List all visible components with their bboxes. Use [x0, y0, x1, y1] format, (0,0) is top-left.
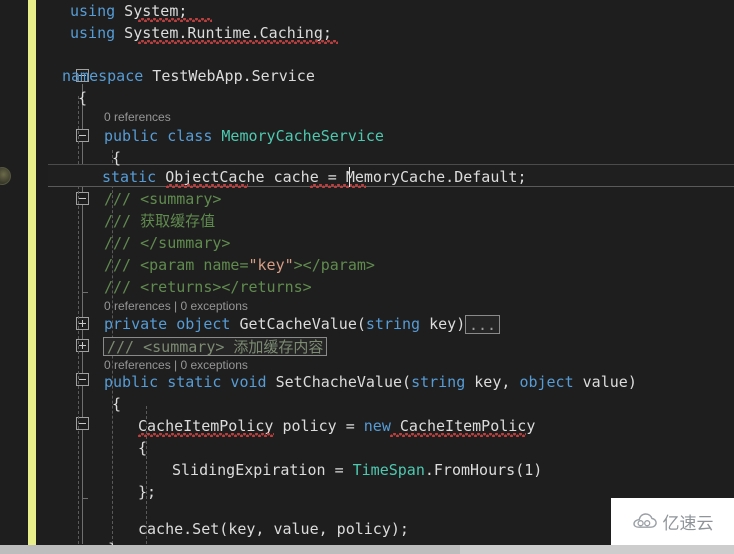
token-doc-comment-param-close: ></param> [293, 256, 375, 274]
token-doc-comment: /// 获取缓存值 [104, 212, 216, 230]
watermark: 亿速云 [611, 498, 734, 545]
token-paren-open: ( [219, 520, 229, 538]
token-keyword-void: void [221, 373, 267, 391]
token-identifier-policy: policy [273, 417, 346, 435]
token-method-fromhours: .FromHours [424, 461, 516, 479]
horizontal-scrollbar[interactable] [0, 545, 734, 554]
codelens-getcachevalue-text: 0 references | 0 exceptions [104, 299, 248, 313]
token-keyword-string: string [411, 373, 466, 391]
code-line-17[interactable]: { [112, 393, 121, 415]
token-open-brace: { [78, 89, 88, 107]
code-line-18[interactable]: CacheItemPolicy policy = new CacheItemPo… [138, 415, 535, 437]
token-semicolon: ; [322, 24, 332, 42]
token-args: key, value, policy [228, 520, 391, 538]
code-line-9[interactable]: /// <summary> [104, 188, 221, 210]
watermark-text: 亿速云 [662, 514, 714, 534]
code-line-13[interactable]: /// <returns></returns> [104, 276, 312, 298]
token-namespace-name: TestWebApp.Service [143, 67, 315, 85]
token-type-memorycacheservice: MemoryCacheService [212, 127, 384, 145]
token-equals: = [327, 168, 346, 186]
codelens-setchachevalue-text: 0 references | 0 exceptions [104, 358, 248, 372]
token-open-brace: { [112, 149, 122, 167]
token-type-objectcache: ObjectCache [156, 168, 265, 186]
token-string-key: "key" [248, 256, 294, 274]
code-surface[interactable]: using System; using System.Runtime.Cachi… [62, 0, 734, 554]
token-paren-close: ) [627, 373, 637, 391]
token-doc-comment: /// </summary> [104, 234, 231, 252]
code-line-1[interactable]: using System; [70, 0, 187, 22]
horizontal-scrollbar-thumb[interactable] [0, 545, 460, 554]
token-type-cacheitempolicy-2: CacheItemPolicy [390, 417, 536, 435]
bookmark-glyph-icon[interactable] [0, 167, 11, 185]
token-keyword-using: using [70, 24, 116, 42]
token-semicolon: ; [178, 2, 188, 20]
code-editor[interactable]: using System; using System.Runtime.Cachi… [0, 0, 734, 554]
token-property-slidingexpiration: SlidingExpiration [172, 461, 335, 479]
breakpoint-margin[interactable] [0, 0, 28, 554]
token-keyword-static: static [102, 168, 157, 186]
token-open-brace: { [112, 395, 122, 413]
token-paren-open: ( [356, 315, 366, 333]
token-method-getcachevalue: GetCacheValue [230, 315, 357, 333]
token-keyword-public: public [104, 127, 159, 145]
codelens-class-references[interactable]: 0 references [104, 108, 171, 126]
token-semicolon: ; [517, 168, 527, 186]
code-line-4[interactable]: namespace TestWebApp.Service [62, 65, 315, 87]
token-keyword-object: object [167, 315, 231, 333]
outlining-margin[interactable] [36, 0, 89, 554]
token-paren-close: ); [390, 520, 409, 538]
code-line-6[interactable]: public class MemoryCacheService [104, 125, 384, 147]
token-paren-close: ) [533, 461, 543, 479]
token-keyword-private: private [104, 315, 168, 333]
token-keyword-class: class [158, 127, 213, 145]
code-line-14[interactable]: private object GetCacheValue(string key) [104, 313, 465, 335]
code-line-8[interactable]: static ObjectCache cache = MemoryCache.D… [102, 166, 526, 188]
token-keyword-object: object [519, 373, 574, 391]
token-keyword-string: string [365, 315, 421, 333]
code-line-10[interactable]: /// 获取缓存值 [104, 210, 215, 232]
token-keyword-public: public [104, 373, 159, 391]
token-type-cacheitempolicy: CacheItemPolicy [138, 417, 274, 435]
token-equals: = [345, 417, 364, 435]
code-line-12[interactable]: /// <param name="key"></param> [104, 254, 375, 276]
code-line-16[interactable]: public static void SetChacheValue(string… [104, 371, 637, 393]
token-paren-open: ( [515, 461, 525, 479]
token-identifier-cache-default: Cache.Default [400, 168, 518, 186]
code-line-23[interactable]: cache.Set(key, value, policy); [138, 518, 409, 540]
text-caret [349, 167, 350, 187]
token-param-key: key, [465, 373, 520, 391]
code-line-2[interactable]: using System.Runtime.Caching; [70, 22, 332, 44]
collapsed-method-body[interactable]: ... [465, 315, 501, 334]
code-line-20[interactable]: SlidingExpiration = TimeSpan.FromHours(1… [172, 459, 542, 481]
token-close-brace-semicolon: }; [138, 483, 157, 501]
code-line-5[interactable]: { [78, 87, 87, 109]
token-keyword-new: new [363, 417, 391, 435]
token-method-setchachevalue: SetChacheValue [266, 373, 403, 391]
token-paren-close: ) [456, 315, 466, 333]
token-keyword-namespace: namespace [62, 67, 144, 85]
token-equals: = [334, 461, 353, 479]
token-param-key: key [420, 315, 457, 333]
token-param-value: value [573, 373, 628, 391]
token-doc-comment-param: /// <param name= [104, 256, 249, 274]
code-line-21[interactable]: }; [138, 481, 156, 503]
token-doc-comment-returns: /// <returns></returns> [104, 278, 312, 296]
collapsed-summary-region[interactable]: /// <summary> 添加缓存内容 [103, 337, 328, 356]
token-identifier-namespace: System.Runtime.Caching [115, 24, 323, 42]
token-paren-open: ( [402, 373, 412, 391]
token-identifier-system: System [115, 2, 179, 20]
token-keyword-static: static [158, 373, 222, 391]
token-method-cache-set: cache.Set [138, 520, 220, 538]
token-number-1: 1 [524, 461, 534, 479]
cloud-icon [632, 513, 658, 530]
token-open-brace: { [138, 439, 148, 457]
code-line-11[interactable]: /// </summary> [104, 232, 230, 254]
token-identifier-cache: cache [264, 168, 328, 186]
token-identifier-memory: Memory [345, 168, 401, 186]
token-doc-comment: /// <summary> [104, 190, 222, 208]
token-keyword-using: using [70, 2, 116, 20]
code-line-19[interactable]: { [138, 437, 147, 459]
token-type-timespan: TimeSpan [352, 461, 425, 479]
change-tracking-bar [28, 0, 36, 545]
